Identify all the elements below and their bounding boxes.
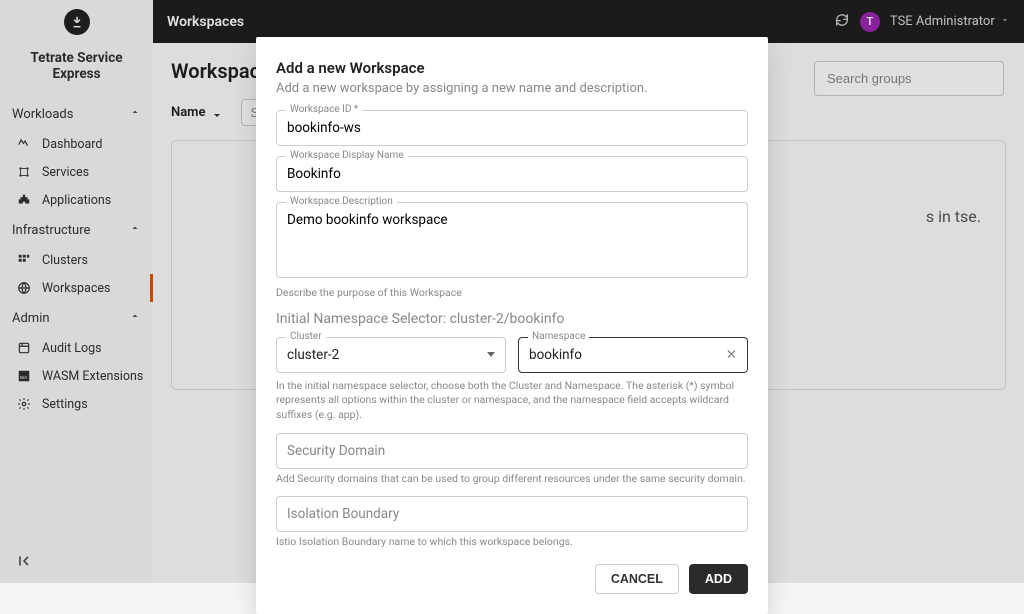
description-label: Workspace Description (286, 196, 397, 207)
namespace-helper: In the initial namespace selector, choos… (276, 379, 748, 423)
workspace-id-input[interactable] (276, 110, 748, 146)
chevron-down-icon (487, 352, 495, 357)
add-button[interactable]: ADD (689, 564, 748, 594)
workspace-id-label: Workspace ID * (286, 104, 362, 115)
cluster-label: Cluster (286, 331, 326, 342)
isolation-boundary-input[interactable] (276, 496, 748, 532)
display-name-label: Workspace Display Name (286, 150, 408, 161)
cancel-button[interactable]: CANCEL (595, 564, 679, 594)
cluster-select[interactable]: cluster-2 (276, 337, 506, 373)
security-domain-input[interactable] (276, 433, 748, 469)
description-textarea[interactable] (276, 202, 748, 278)
namespace-selector-heading: Initial Namespace Selector: cluster-2/bo… (276, 311, 748, 327)
namespace-input[interactable]: bookinfo ✕ (518, 337, 748, 373)
modal-title: Add a new Workspace (276, 59, 748, 77)
clear-namespace-icon[interactable]: ✕ (726, 347, 737, 363)
security-domain-helper: Add Security domains that can be used to… (276, 472, 748, 487)
modal-subtitle: Add a new workspace by assigning a new n… (276, 81, 748, 96)
isolation-helper: Istio Isolation Boundary name to which t… (276, 535, 748, 550)
add-workspace-modal: Add a new Workspace Add a new workspace … (256, 37, 768, 614)
display-name-input[interactable] (276, 156, 748, 192)
description-helper: Describe the purpose of this Workspace (276, 286, 748, 301)
namespace-label: Namespace (528, 331, 589, 342)
